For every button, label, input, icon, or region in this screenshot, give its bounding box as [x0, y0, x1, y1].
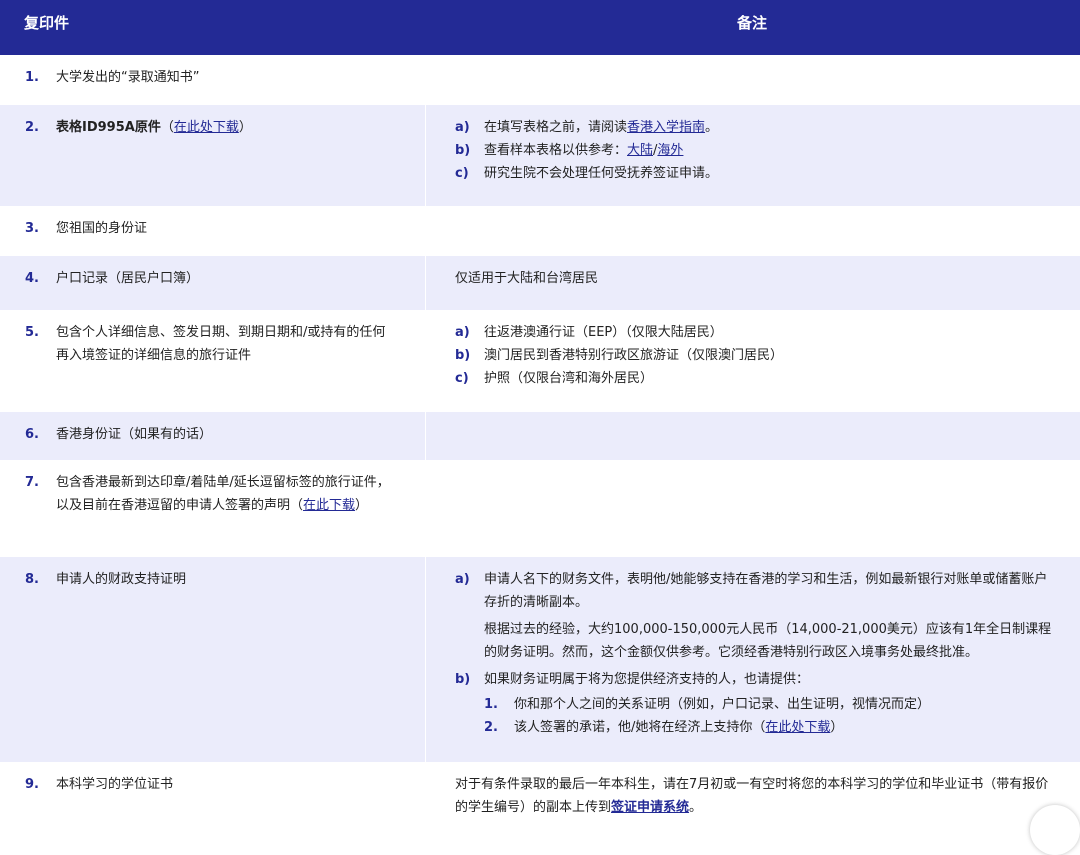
- overseas-sample-link[interactable]: 海外: [657, 143, 683, 158]
- column-divider: [425, 256, 426, 310]
- note-text: 研究生院不会处理任何受抚养签证申请。: [484, 166, 719, 181]
- table-row: 5. 包含个人详细信息、签发日期、到期日期和/或持有的任何再入境签证的详细信息的…: [0, 310, 1080, 412]
- note-text-end: 。: [689, 800, 703, 815]
- sub-marker: 1.: [484, 697, 498, 712]
- remarks: a) 往返港澳通行证（EEP）（仅限大陆居民） b) 澳门居民到香港特别行政区旅…: [455, 321, 1055, 390]
- note-text: 护照（仅限台湾和海外居民）: [484, 371, 654, 386]
- document-name: 申请人的财政支持证明: [56, 572, 187, 587]
- table-row: 8. 申请人的财政支持证明 a) 申请人名下的财务文件，表明他/她能够支持在香港…: [0, 557, 1080, 762]
- header-remarks: 备注: [737, 14, 768, 32]
- note-text: 在填写表格之前，请阅读: [484, 120, 628, 135]
- note-text: 对于有条件录取的最后一年本科生，请在7月初或一有空时将您的本科学习的学位和毕业证…: [455, 777, 1049, 815]
- note-item: c) 研究生院不会处理任何受抚养签证申请。: [455, 162, 1055, 185]
- download-form-link[interactable]: 在此处下载: [174, 120, 239, 135]
- note-text: 查看样本表格以供参考：: [484, 143, 628, 158]
- note-text: 申请人名下的财务文件，表明他/她能够支持在香港的学习和生活，例如最新银行对账单或…: [484, 572, 1048, 610]
- note-text: 如果财务证明属于将为您提供经济支持的人，也请提供：: [484, 672, 810, 687]
- download-undertaking-link[interactable]: 在此处下载: [765, 720, 830, 735]
- document-name: 您祖国的身份证: [56, 221, 148, 236]
- remarks: a) 申请人名下的财务文件，表明他/她能够支持在香港的学习和生活，例如最新银行对…: [455, 568, 1055, 739]
- note-marker: a): [455, 325, 470, 340]
- sub-marker: 2.: [484, 720, 498, 735]
- table-row: 1. 大学发出的“录取通知书”: [0, 55, 1080, 105]
- note-text: 澳门居民到香港特别行政区旅游证（仅限澳门居民）: [484, 348, 784, 363]
- sub-text: 你和那个人之间的关系证明（例如，户口记录、出生证明，视情况而定）: [514, 697, 931, 712]
- note-marker: a): [455, 572, 470, 587]
- header-copies: 复印件: [24, 14, 70, 32]
- document-name: 香港身份证（如果有的话）: [56, 427, 213, 442]
- note-marker: a): [455, 120, 470, 135]
- document-name: 本科学习的学位证书: [56, 777, 174, 792]
- document-name: 包含香港最新到达印章/着陆单/延长逗留标签的旅行证件，以及目前在香港逗留的申请人…: [56, 471, 396, 517]
- remarks: a) 在填写表格之前，请阅读香港入学指南。 b) 查看样本表格以供参考：大陆/海…: [455, 116, 1055, 185]
- document-name: 表格ID995A原件（在此处下载）: [56, 116, 396, 139]
- row-number: 3.: [25, 221, 39, 236]
- row-number: 2.: [25, 120, 39, 135]
- note-item: a) 往返港澳通行证（EEP）（仅限大陆居民）: [455, 321, 1055, 344]
- row-number: 9.: [25, 777, 39, 792]
- column-divider: [425, 557, 426, 762]
- note-item: a) 申请人名下的财务文件，表明他/她能够支持在香港的学习和生活，例如最新银行对…: [455, 568, 1055, 664]
- paren-close: ）: [830, 720, 844, 735]
- table-row: 3. 您祖国的身份证: [0, 206, 1080, 256]
- paren-close: ）: [355, 498, 369, 513]
- note-paragraph: 根据过去的经验，大约100,000-150,000元人民币（14,000-21,…: [484, 622, 1052, 660]
- download-declaration-link[interactable]: 在此下载: [303, 498, 355, 513]
- column-divider: [425, 412, 426, 460]
- note-marker: b): [455, 672, 471, 687]
- row-number: 5.: [25, 325, 39, 340]
- paren-open: （: [160, 120, 174, 135]
- note-text-end: 。: [705, 120, 719, 135]
- document-name: 户口记录（居民户口簿）: [56, 271, 200, 286]
- table-row: 2. 表格ID995A原件（在此处下载） a) 在填写表格之前，请阅读香港入学指…: [0, 105, 1080, 206]
- mainland-sample-link[interactable]: 大陆: [627, 143, 653, 158]
- note-marker: c): [455, 166, 469, 181]
- table-row: 4. 户口记录（居民户口簿） 仅适用于大陆和台湾居民: [0, 256, 1080, 310]
- row-number: 7.: [25, 475, 39, 490]
- note-item: c) 护照（仅限台湾和海外居民）: [455, 367, 1055, 390]
- note-text: 往返港澳通行证（EEP）（仅限大陆居民）: [484, 325, 723, 340]
- note-marker: c): [455, 371, 469, 386]
- note-marker: b): [455, 348, 471, 363]
- table-row: 7. 包含香港最新到达印章/着陆单/延长逗留标签的旅行证件，以及目前在香港逗留的…: [0, 460, 1080, 557]
- sub-text: 该人签署的承诺，他/她将在经济上支持你（: [514, 720, 766, 735]
- note-marker: b): [455, 143, 471, 158]
- note-item: b) 如果财务证明属于将为您提供经济支持的人，也请提供： 1. 你和那个人之间的…: [455, 668, 1055, 739]
- hk-admission-guide-link[interactable]: 香港入学指南: [627, 120, 705, 135]
- sub-item: 2. 该人签署的承诺，他/她将在经济上支持你（在此处下载）: [484, 716, 1055, 739]
- row-number: 1.: [25, 70, 39, 85]
- table-row: 6. 香港身份证（如果有的话）: [0, 412, 1080, 460]
- note-item: a) 在填写表格之前，请阅读香港入学指南。: [455, 116, 1055, 139]
- sub-item: 1. 你和那个人之间的关系证明（例如，户口记录、出生证明，视情况而定）: [484, 693, 1055, 716]
- table-row: 9. 本科学习的学位证书 对于有条件录取的最后一年本科生，请在7月初或一有空时将…: [0, 762, 1080, 820]
- remarks: 对于有条件录取的最后一年本科生，请在7月初或一有空时将您的本科学习的学位和毕业证…: [455, 773, 1055, 819]
- visa-application-system-link[interactable]: 签证申请系统: [611, 800, 689, 815]
- row-number: 6.: [25, 427, 39, 442]
- note-item: b) 查看样本表格以供参考：大陆/海外: [455, 139, 1055, 162]
- paren-close: ）: [238, 120, 252, 135]
- row-number: 8.: [25, 572, 39, 587]
- row-number: 4.: [25, 271, 39, 286]
- document-name: 包含个人详细信息、签发日期、到期日期和/或持有的任何再入境签证的详细信息的旅行证…: [56, 325, 386, 363]
- document-name: 大学发出的“录取通知书”: [56, 70, 200, 85]
- column-divider: [425, 105, 426, 206]
- remarks: 仅适用于大陆和台湾居民: [455, 271, 599, 286]
- back-to-top-button[interactable]: [1030, 805, 1080, 855]
- form-title: 表格ID995A原件: [56, 120, 161, 135]
- note-item: b) 澳门居民到香港特别行政区旅游证（仅限澳门居民）: [455, 344, 1055, 367]
- table-header: 复印件 备注: [0, 0, 1080, 55]
